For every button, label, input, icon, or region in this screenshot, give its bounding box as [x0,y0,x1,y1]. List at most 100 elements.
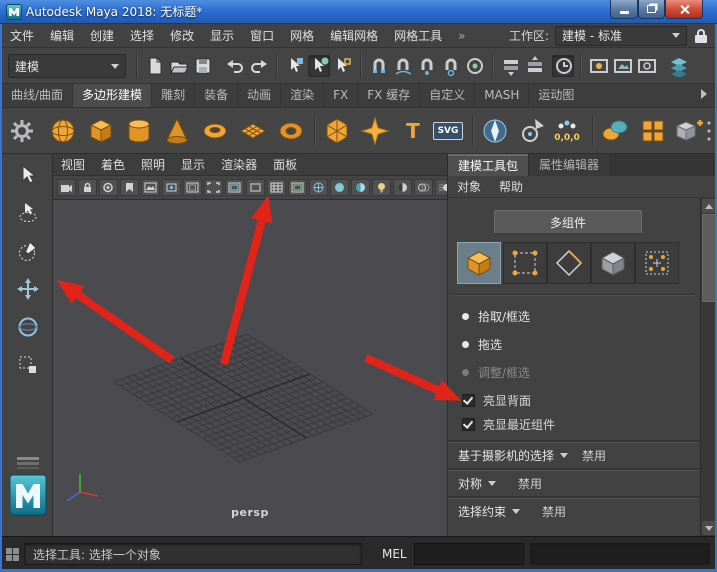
menu-display[interactable]: 显示 [202,24,242,48]
lock-camera-icon[interactable] [78,179,97,196]
menu-file[interactable]: 文件 [2,24,42,48]
rp-menu-help[interactable]: 帮助 [490,176,532,198]
section-symmetry[interactable]: 对称 禁用 [448,470,700,496]
scale-tool-button[interactable] [15,352,41,378]
radio-pick-marquee[interactable]: 拾取/框选 [462,306,530,326]
field-chart-icon[interactable] [267,179,286,196]
render-settings-button[interactable] [636,55,658,77]
poly-torus-button[interactable] [198,114,232,148]
section-camera-based-selection[interactable]: 基于摄影机的选择 禁用 [448,442,700,468]
shelf-tab-rendering[interactable]: 渲染 [281,84,325,107]
help-line-menu-icon[interactable] [6,548,19,561]
scrollbar-thumb[interactable] [702,214,716,302]
maximize-button[interactable] [638,0,665,19]
save-scene-button[interactable] [192,55,214,77]
multi-cut-tool-button[interactable] [478,114,512,148]
shelf-tab-mash[interactable]: MASH [475,84,530,107]
select-by-component-button[interactable] [332,55,354,77]
shelf-tab-animation[interactable]: 动画 [238,84,282,107]
tab-modeling-toolkit[interactable]: 建模工具包 [448,154,529,176]
open-scene-button[interactable] [168,55,190,77]
menu-edit[interactable]: 编辑 [42,24,82,48]
inputs-operations-button[interactable] [500,55,522,77]
shelf-scroll-right-icon[interactable] [699,88,709,103]
safe-action-icon[interactable] [288,179,307,196]
render-current-frame-button[interactable] [612,55,634,77]
menu-windows[interactable]: 窗口 [242,24,282,48]
gate-mask-icon[interactable] [246,179,265,196]
outputs-operations-button[interactable] [524,55,546,77]
section-selection-constraint[interactable]: 选择约束 禁用 [448,498,700,524]
vertex-mode-button[interactable] [503,242,547,284]
edge-mode-button[interactable] [547,242,591,284]
shelf-tab-fx-caching[interactable]: FX 缓存 [358,84,421,107]
rotate-tool-button[interactable] [15,314,41,340]
select-tool-button[interactable] [15,162,41,188]
workspace-dropdown[interactable]: 建模 - 标准 [555,25,687,46]
screen-space-ao-icon[interactable] [414,179,433,196]
snap-to-curve-button[interactable] [392,55,414,77]
platonic-solid-button[interactable] [320,114,354,148]
rp-menu-object[interactable]: 对象 [448,176,490,198]
menu-mesh-tools[interactable]: 网格工具 [386,24,450,48]
display-layers-button[interactable] [668,55,690,77]
uv-mode-button[interactable] [635,242,679,284]
paint-select-tool-button[interactable] [15,238,41,264]
wireframe-shading-icon[interactable] [309,179,328,196]
mel-label[interactable]: MEL [382,547,407,561]
oversc​an-icon[interactable] [183,179,202,196]
object-mode-button[interactable] [457,242,501,284]
shelf-tab-fx[interactable]: FX [324,84,359,107]
menu-select[interactable]: 选择 [122,24,162,48]
bookmark-icon[interactable] [120,179,139,196]
camera-attributes-icon[interactable] [99,179,118,196]
menu-overflow-icon[interactable]: » [450,24,473,48]
viewport-3d-view[interactable]: persp [53,200,447,536]
menu-create[interactable]: 创建 [82,24,122,48]
select-by-hierarchy-button[interactable] [284,55,306,77]
new-scene-button[interactable] [144,55,166,77]
move-tool-button[interactable] [15,276,41,302]
shelf-tab-curves-surfaces[interactable]: 曲线/曲面 [2,84,74,107]
snap-to-point-button[interactable] [416,55,438,77]
shelf-tab-sculpting[interactable]: 雕刻 [152,84,196,107]
select-by-object-button[interactable] [308,55,330,77]
menu-set-dropdown[interactable]: 建模 [8,54,126,78]
shelf-tab-motion-graphics[interactable]: 运动图 [529,84,581,107]
script-output-field[interactable] [530,543,710,565]
resolution-gate-icon[interactable] [225,179,244,196]
film-gate-icon[interactable] [204,179,223,196]
snap-to-grid-button[interactable] [368,55,390,77]
shadows-icon[interactable] [393,179,412,196]
lasso-select-tool-button[interactable] [15,200,41,226]
workspace-lock-icon[interactable] [695,28,707,43]
super-shape-star-button[interactable] [358,114,392,148]
menu-edit-mesh[interactable]: 编辑网格 [322,24,386,48]
shelf-tab-poly-modeling[interactable]: 多边形建模 [73,84,153,107]
grid-fill-tool-button[interactable] [636,114,670,148]
checkbox-highlight-backfaces[interactable]: 亮显背面 [462,390,531,410]
poly-cone-button[interactable] [160,114,194,148]
shelf-tab-rigging[interactable]: 装备 [195,84,239,107]
poly-disc-button[interactable] [274,114,308,148]
checkbox-highlight-nearest-component[interactable]: 亮显最近组件 [462,414,555,434]
smooth-shade-icon[interactable] [330,179,349,196]
two-d-pan-zoom-icon[interactable] [162,179,181,196]
viewport-menu-lighting[interactable]: 照明 [133,154,173,176]
image-plane-icon[interactable] [141,179,160,196]
shelf-options-gear-icon[interactable] [8,114,36,148]
poly-cube-button[interactable] [84,114,118,148]
poly-plane-button[interactable] [236,114,270,148]
viewport-menu-view[interactable]: 视图 [53,154,93,176]
mirror-tool-button[interactable] [598,114,632,148]
shelf-overflow-icon[interactable] [704,114,714,148]
tab-attribute-editor[interactable]: 属性编辑器 [528,154,610,176]
radio-drag-select[interactable]: 拖选 [462,334,502,354]
poly-cylinder-button[interactable] [122,114,156,148]
viewport-menu-panels[interactable]: 面板 [265,154,305,176]
snap-to-projected-center-button[interactable] [440,55,462,77]
redo-button[interactable] [248,55,270,77]
construction-history-button[interactable] [552,55,574,77]
multi-component-button[interactable]: 多组件 [494,210,642,234]
right-panel-scrollbar[interactable] [700,198,716,536]
